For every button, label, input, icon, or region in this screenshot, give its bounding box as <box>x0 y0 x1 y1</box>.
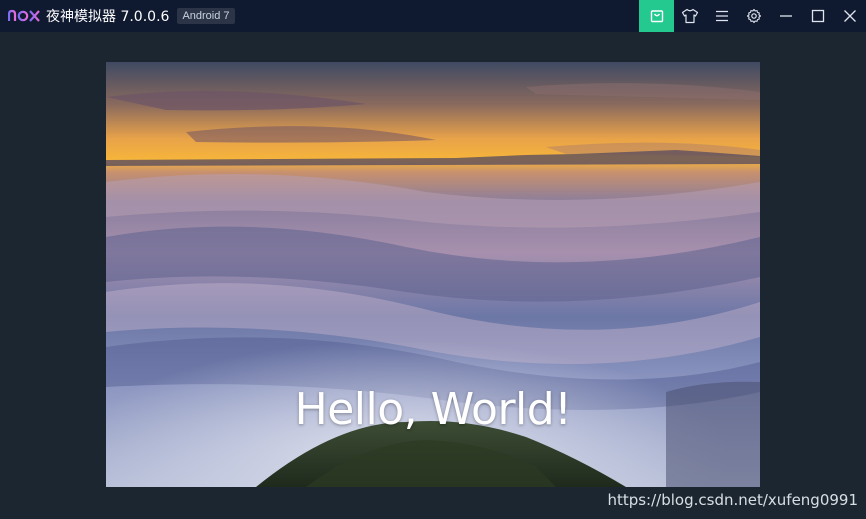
hello-world-text: Hello, World! <box>294 384 572 435</box>
android-screen[interactable]: Hello, World! <box>106 62 760 487</box>
shopping-bag-icon <box>650 10 663 23</box>
shirt-icon <box>681 8 699 24</box>
maximize-button[interactable] <box>802 0 834 32</box>
app-title: 夜神模拟器 7.0.0.6 <box>46 9 170 25</box>
settings-button[interactable] <box>738 0 770 32</box>
emulator-window: 夜神模拟器 7.0.0.6 Android 7 Hello, World! ht… <box>0 0 866 519</box>
close-button[interactable] <box>834 0 866 32</box>
maximize-icon <box>811 9 825 23</box>
menu-button[interactable] <box>706 0 738 32</box>
minimize-icon <box>780 15 792 17</box>
title-bar-buttons <box>639 0 866 32</box>
app-store-button[interactable] <box>639 0 674 32</box>
emulator-content-area: Hello, World! <box>2 32 864 517</box>
close-icon <box>844 10 856 22</box>
menu-icon <box>716 10 728 22</box>
theme-skin-button[interactable] <box>674 0 706 32</box>
watermark-url: https://blog.csdn.net/xufeng0991 <box>607 491 858 509</box>
title-bar[interactable]: 夜神模拟器 7.0.0.6 Android 7 <box>0 0 866 32</box>
nox-logo-icon <box>8 9 40 22</box>
gear-icon <box>746 8 762 24</box>
android-version-badge: Android 7 <box>177 8 235 24</box>
minimize-button[interactable] <box>770 0 802 32</box>
nox-logo <box>8 0 40 32</box>
